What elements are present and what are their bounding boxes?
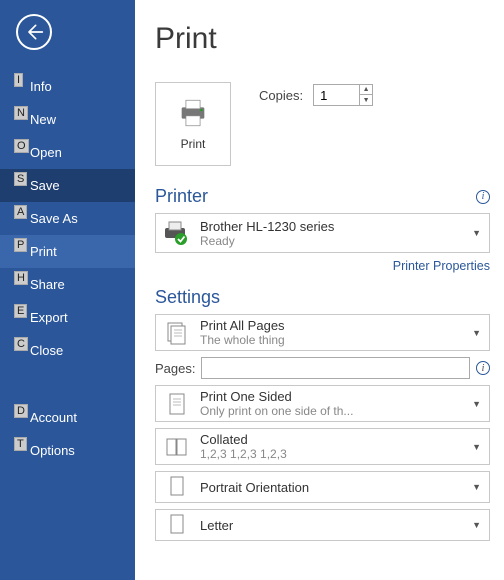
printer-status: Ready	[200, 234, 462, 248]
chevron-down-icon: ▼	[470, 399, 483, 409]
chevron-down-icon: ▼	[470, 482, 483, 492]
sidebar-item-label: Info	[30, 79, 52, 94]
sidebar-item-label: Export	[30, 310, 68, 325]
sidebar-item-label: Save	[30, 178, 60, 193]
keytip: H	[14, 271, 28, 285]
keytip: I	[14, 73, 23, 87]
pages-icon	[162, 320, 192, 346]
print-row: Print Copies: ▲ ▼	[155, 82, 490, 166]
sidebar-item-account[interactable]: DAccount	[0, 401, 135, 434]
printer-name: Brother HL-1230 series	[200, 219, 462, 234]
sidebar-item-label: Share	[30, 277, 65, 292]
setting-scope-dropdown[interactable]: Print All Pages The whole thing ▼	[155, 314, 490, 351]
setting-sides-sub: Only print on one side of th...	[200, 404, 462, 418]
setting-scope-title: Print All Pages	[200, 318, 462, 333]
portrait-icon	[162, 475, 192, 499]
printer-section-head: Printer i	[155, 186, 490, 207]
sidebar-item-label: New	[30, 112, 56, 127]
setting-collate-sub: 1,2,3 1,2,3 1,2,3	[200, 447, 462, 461]
printer-section-title: Printer	[155, 186, 476, 207]
sidebar-item-label: Account	[30, 410, 77, 425]
printer-status-icon	[162, 220, 192, 246]
sidebar-item-print[interactable]: PPrint	[0, 235, 135, 268]
backstage-sidebar: I Info NNew OOpen SSave ASave As PPrint H…	[0, 0, 135, 580]
printer-icon	[176, 97, 210, 129]
chevron-down-icon: ▼	[470, 442, 483, 452]
info-icon[interactable]: i	[476, 190, 490, 204]
setting-collate-dropdown[interactable]: Collated 1,2,3 1,2,3 1,2,3 ▼	[155, 428, 490, 465]
print-button-label: Print	[181, 137, 206, 151]
keytip: N	[14, 106, 28, 120]
keytip: D	[14, 404, 28, 418]
setting-paper-dropdown[interactable]: Letter ▼	[155, 509, 490, 541]
copies-group: Copies: ▲ ▼	[259, 84, 373, 106]
settings-section-head: Settings	[155, 287, 490, 308]
keytip: E	[14, 304, 27, 318]
sidebar-item-share[interactable]: HShare	[0, 268, 135, 301]
back-button[interactable]	[16, 14, 52, 50]
setting-collate-title: Collated	[200, 432, 462, 447]
sidebar-item-info[interactable]: I Info	[0, 70, 135, 103]
copies-up-button[interactable]: ▲	[360, 85, 372, 95]
copies-spinner: ▲ ▼	[313, 84, 373, 106]
paper-icon	[162, 513, 192, 537]
settings-section-title: Settings	[155, 287, 490, 308]
printer-dropdown[interactable]: Brother HL-1230 series Ready ▼	[155, 213, 490, 253]
sidebar-item-label: Open	[30, 145, 62, 160]
keytip: T	[14, 437, 27, 451]
copies-label: Copies:	[259, 88, 303, 103]
pages-row: Pages: i	[155, 357, 490, 379]
print-button[interactable]: Print	[155, 82, 231, 166]
main-panel: Print Print Copies: ▲ ▼ Printer i	[135, 0, 504, 580]
page-title: Print	[155, 22, 490, 56]
setting-scope-sub: The whole thing	[200, 333, 462, 347]
copies-input[interactable]	[314, 85, 359, 105]
sidebar-item-close[interactable]: CClose	[0, 334, 135, 367]
keytip: P	[14, 238, 27, 252]
setting-orientation-dropdown[interactable]: Portrait Orientation ▼	[155, 471, 490, 503]
sidebar-item-save-as[interactable]: ASave As	[0, 202, 135, 235]
collated-icon	[162, 434, 192, 460]
sidebar-item-new[interactable]: NNew	[0, 103, 135, 136]
info-icon[interactable]: i	[476, 361, 490, 375]
chevron-down-icon: ▼	[470, 328, 483, 338]
setting-sides-title: Print One Sided	[200, 389, 462, 404]
keytip: A	[14, 205, 27, 219]
one-sided-icon	[162, 391, 192, 417]
keytip: S	[14, 172, 27, 186]
sidebar-item-label: Save As	[30, 211, 78, 226]
back-arrow-icon	[24, 22, 44, 42]
chevron-down-icon: ▼	[470, 520, 483, 530]
keytip: C	[14, 337, 28, 351]
setting-paper-title: Letter	[200, 518, 462, 533]
pages-input[interactable]	[201, 357, 470, 379]
setting-sides-dropdown[interactable]: Print One Sided Only print on one side o…	[155, 385, 490, 422]
sidebar-item-label: Close	[30, 343, 63, 358]
sidebar-item-export[interactable]: EExport	[0, 301, 135, 334]
keytip: O	[14, 139, 29, 153]
sidebar-item-options[interactable]: TOptions	[0, 434, 135, 467]
chevron-down-icon: ▼	[470, 228, 483, 238]
sidebar-item-label: Print	[30, 244, 57, 259]
sidebar-item-label: Options	[30, 443, 75, 458]
printer-properties-link[interactable]: Printer Properties	[393, 259, 490, 273]
sidebar-gap	[0, 367, 135, 401]
copies-down-button[interactable]: ▼	[360, 95, 372, 105]
pages-label: Pages:	[155, 361, 195, 376]
sidebar-item-save[interactable]: SSave	[0, 169, 135, 202]
setting-orientation-title: Portrait Orientation	[200, 480, 462, 495]
sidebar-item-open[interactable]: OOpen	[0, 136, 135, 169]
